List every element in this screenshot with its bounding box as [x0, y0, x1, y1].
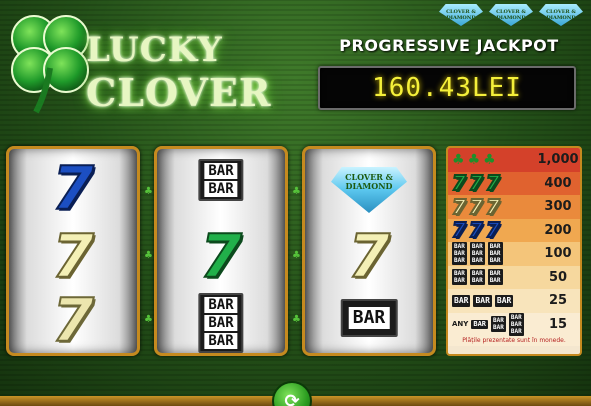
seven-yellow-icon: 7 [451, 194, 467, 219]
single-bar-icon: BAR [452, 294, 471, 307]
seven-blue-icon: 7 [468, 218, 484, 243]
spin-button[interactable]: ⟳ [272, 381, 312, 406]
clover-separator-icon: ♣ [144, 314, 153, 325]
game-logo: LUCKY CLOVER [6, 8, 270, 118]
logo-title-line2: CLOVER [86, 70, 272, 115]
paytable: ♣ ♣ ♣ 1,000 7 7 7 400 7 7 7 300 7 7 7 20… [446, 146, 582, 356]
bar-text: BAR [204, 297, 238, 313]
triple-bar-icon: BAR BAR BAR [508, 312, 524, 336]
four-leaf-clover-icon [11, 15, 89, 114]
jackpot-display: 160.43LEI [318, 66, 576, 110]
spin-arrows-icon: ⟳ [284, 390, 300, 406]
clover-separator-icon: ♣ [292, 250, 301, 261]
double-bar-icon: BAR BAR [491, 316, 506, 333]
clover-icon: ♣ [467, 151, 481, 168]
triple-bar-icon: BAR BAR BAR [469, 242, 485, 266]
seven-blue-icon: 7 [451, 218, 467, 243]
reel-symbol-seven-pale: 7 [51, 286, 95, 356]
reel-symbol-clover-diamond: CLOVER & DIAMOND [331, 167, 407, 213]
paytable-row: BAR BAR BAR BAR BAR BAR 50 [448, 265, 580, 289]
paytable-symbols: 7 7 7 [451, 171, 536, 196]
paytable-symbols: 7 7 7 [451, 218, 536, 243]
reel-symbol-seven-green: 7 [199, 222, 243, 292]
seven-yellow-icon: 7 [485, 194, 501, 219]
clover-icon: ♣ [452, 151, 465, 168]
clover-separator-icon: ♣ [292, 186, 301, 197]
diamond-badge: CLOVER & DIAMOND [489, 4, 533, 26]
bar-text: BAR [204, 315, 238, 331]
reel-symbol-seven-blue: 7 [51, 154, 95, 224]
paytable-row: 7 7 7 400 [448, 171, 580, 196]
reel-symbol-seven-yellow: 7 [347, 222, 391, 292]
paytable-row: 7 7 7 300 [448, 195, 580, 219]
seven-green-icon: 7 [468, 171, 484, 196]
paytable-payout: 25 [548, 293, 568, 309]
logo-title-line1: LUCKY [86, 30, 223, 70]
double-bar-icon: BAR BAR [487, 269, 503, 286]
triple-bar-icon: BAR BAR BAR [487, 242, 503, 266]
single-bar-icon: BAR [494, 294, 514, 307]
paytable-payout: 200 [544, 222, 572, 238]
reel-symbol-double-bar: BAR BAR [198, 159, 244, 201]
bar-text: BAR [348, 307, 390, 329]
clover-separator-icon: ♣ [144, 250, 153, 261]
paytable-symbols: 7 7 7 [451, 194, 536, 219]
diamond-badge: CLOVER & DIAMOND [539, 4, 583, 26]
seven-green-icon: 7 [485, 171, 501, 196]
single-bar-icon: BAR [473, 294, 492, 307]
paytable-symbols: ANY BAR BAR BAR BAR BAR BAR [452, 312, 536, 336]
paytable-symbols: BAR BAR BAR [452, 294, 536, 307]
top-diamond-badges: CLOVER & DIAMOND CLOVER & DIAMOND CLOVER… [439, 4, 583, 26]
paytable-row: BAR BAR BAR BAR BAR BAR BAR BAR BAR 100 [448, 242, 580, 266]
clover-separator-icon: ♣ [144, 186, 153, 197]
reel-symbol-seven-yellow: 7 [51, 222, 95, 292]
bar-text: BAR [204, 181, 238, 197]
clover-icon: ♣ [483, 151, 496, 168]
paytable-payout: 400 [544, 175, 572, 191]
seven-blue-icon: 7 [485, 218, 501, 243]
clover-separator-icon: ♣ [292, 314, 301, 325]
jackpot-title: PROGRESSIVE JACKPOT [339, 36, 559, 55]
paytable-row: 7 7 7 200 [448, 218, 580, 243]
paytable-symbols: BAR BAR BAR BAR BAR BAR BAR BAR BAR [452, 242, 536, 266]
bar-text: BAR [204, 333, 238, 349]
double-bar-icon: BAR BAR [452, 269, 467, 286]
reel-symbol-single-bar: BAR [340, 299, 398, 337]
paytable-symbols: BAR BAR BAR BAR BAR BAR [452, 269, 536, 286]
paytable-payout: 50 [548, 269, 568, 285]
triple-bar-icon: BAR BAR BAR [452, 242, 467, 266]
reel-2: BAR BAR 7 BAR BAR BAR [154, 146, 288, 356]
jackpot-value: 160.43LEI [372, 73, 522, 103]
paytable-note: Plățile prezentate sunt în monede. [448, 336, 580, 346]
reel-3: CLOVER & DIAMOND 7 BAR [302, 146, 436, 356]
paytable-row: ANY BAR BAR BAR BAR BAR BAR 15 [448, 312, 580, 336]
paytable-payout: 100 [544, 246, 572, 262]
reel-symbol-triple-bar: BAR BAR BAR [198, 293, 244, 353]
seven-yellow-icon: 7 [468, 194, 484, 219]
paytable-row: BAR BAR BAR 25 [448, 289, 580, 313]
paytable-row: ♣ ♣ ♣ 1,000 [448, 148, 580, 172]
diamond-badge: CLOVER & DIAMOND [439, 4, 483, 26]
paytable-symbols: ♣ ♣ ♣ [452, 152, 536, 168]
double-bar-icon: BAR BAR [469, 269, 485, 286]
bar-text: BAR [204, 163, 238, 179]
reel-1: 7 7 7 [6, 146, 140, 356]
paytable-payout: 300 [544, 199, 572, 215]
paytable-payout: 15 [548, 316, 568, 332]
any-label: ANY [452, 320, 469, 329]
seven-green-icon: 7 [451, 171, 467, 196]
single-bar-icon: BAR [471, 319, 489, 329]
paytable-payout: 1,000 [537, 152, 579, 168]
